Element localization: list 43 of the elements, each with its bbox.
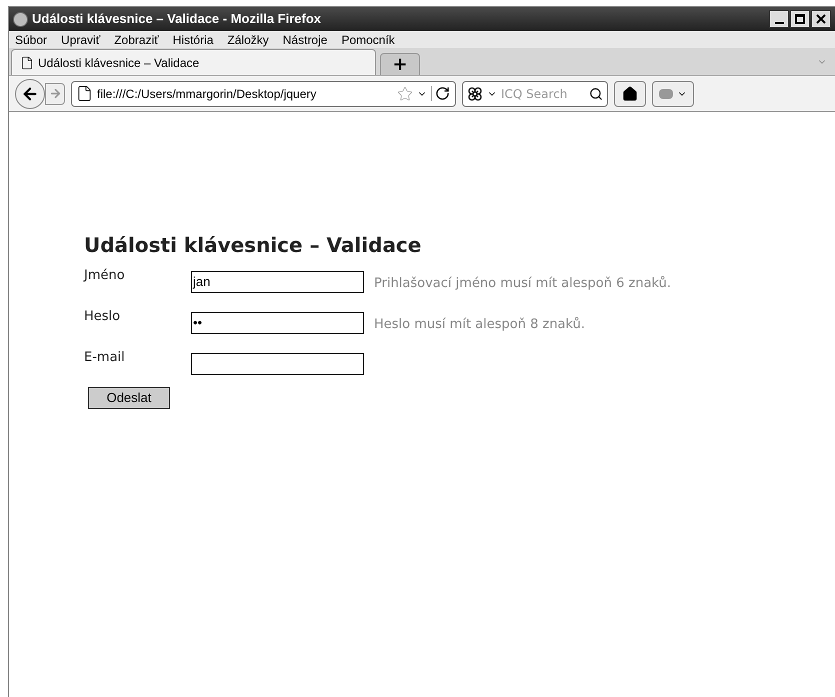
maximize-icon — [795, 14, 805, 24]
menu-item[interactable]: Záložky — [227, 30, 269, 48]
close-icon — [816, 14, 826, 24]
search-placeholder: ICQ Search — [501, 86, 568, 102]
page-heading: Události klávesnice – Validace — [84, 232, 422, 259]
reload-icon[interactable] — [431, 86, 451, 101]
forward-button[interactable] — [45, 82, 65, 104]
new-tab-button[interactable]: + — [380, 53, 420, 75]
minimize-button[interactable] — [769, 10, 789, 28]
search-icon[interactable] — [589, 86, 603, 100]
menu-item[interactable]: Nástroje — [282, 30, 328, 48]
address-text: file:///C:/Users/mmargorin/Desktop/jquery — [97, 86, 316, 102]
maximize-button[interactable] — [790, 10, 810, 28]
forward-arrow-icon — [48, 87, 62, 100]
flower-icon — [467, 86, 483, 102]
input-field[interactable] — [191, 353, 364, 375]
window-title: Události klávesnice – Validace - Mozilla Firefox — [32, 10, 322, 28]
close-button[interactable] — [811, 10, 831, 28]
menu-item[interactable]: Pomocník — [341, 30, 395, 48]
addon-button[interactable] — [652, 80, 694, 106]
tab-title: Události klávesnice – Validace — [38, 54, 200, 72]
home-button[interactable] — [614, 80, 646, 106]
menu-item[interactable]: Zobraziť — [114, 30, 159, 48]
minimize-icon — [774, 22, 784, 24]
home-icon — [622, 86, 638, 102]
validation-message: Prihlašovací jméno musí mít alespoň 6 znaků. — [374, 275, 672, 293]
field-label: E-mail — [84, 349, 126, 367]
submit-button[interactable]: Odeslat — [88, 387, 170, 409]
page-icon — [76, 85, 93, 102]
address-bar[interactable]: file:///C:/Users/mmargorin/Desktop/jquery — [71, 80, 456, 106]
addon-icon — [659, 88, 673, 98]
page-icon — [20, 56, 34, 70]
browser-tab[interactable]: Události klávesnice – Validace — [11, 49, 376, 75]
field-label: Heslo — [84, 308, 122, 326]
menu-item[interactable]: Upraviť — [61, 30, 100, 48]
star-icon[interactable] — [397, 86, 413, 102]
menu-item[interactable]: História — [172, 30, 214, 48]
input-field[interactable]: jan — [191, 271, 364, 293]
menu-item[interactable]: Súbor — [15, 30, 48, 48]
back-button[interactable] — [15, 78, 45, 108]
field-label: Jméno — [84, 267, 126, 285]
input-field[interactable]: •• — [191, 312, 364, 334]
validation-message: Heslo musí mít alespoň 8 znaků. — [374, 316, 586, 334]
